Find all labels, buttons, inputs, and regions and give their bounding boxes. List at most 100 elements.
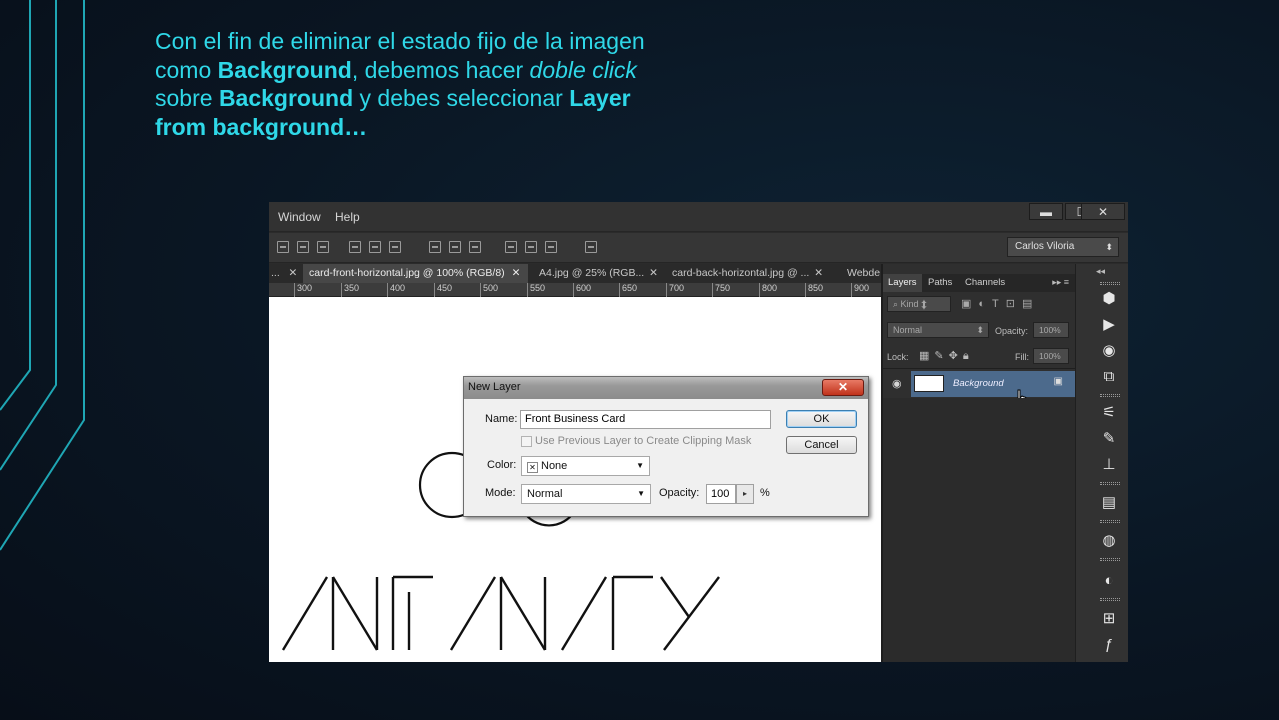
stamp-icon[interactable]: ⊥ — [1100, 456, 1118, 474]
dialog-close-button[interactable]: ✕ — [822, 379, 864, 396]
tab-paths[interactable]: Paths — [923, 274, 957, 292]
tab-channels[interactable]: Channels — [960, 274, 1010, 292]
opacity-slider-button[interactable]: ▸ — [736, 484, 754, 504]
align-vcenter-icon[interactable] — [297, 241, 309, 253]
decorative-lines — [0, 0, 85, 551]
layers-panel: Layers Paths Channels ▸▸ ≡ ⌕ Kind ⬍ ▣◐T⊡… — [883, 264, 1075, 662]
collapse-icon[interactable]: ◂◂ — [1096, 266, 1105, 277]
distribute-top-icon[interactable] — [429, 241, 441, 253]
cancel-button[interactable]: Cancel — [786, 436, 857, 454]
divider — [883, 368, 1075, 369]
ok-button[interactable]: OK — [786, 410, 857, 428]
slide-instruction-text: Con el fin de eliminar el estado fijo de… — [155, 28, 645, 140]
chevron-down-icon: ▼ — [636, 461, 644, 470]
opacity-field[interactable]: 100% — [1033, 322, 1069, 338]
blend-mode-select[interactable]: Normal ⬍ — [887, 322, 989, 338]
ruler-tick: 300 — [293, 283, 313, 297]
clipping-mask-checkbox[interactable] — [521, 436, 532, 447]
name-label: Name: — [485, 413, 518, 425]
3d-cube-icon[interactable]: ⬢ — [1100, 290, 1118, 308]
ruler-tick: 650 — [618, 283, 638, 297]
dialog-title: New Layer — [468, 381, 521, 393]
ruler-tick: 500 — [479, 283, 499, 297]
distribute-bottom-icon[interactable] — [469, 241, 481, 253]
align-hcenter-icon[interactable] — [369, 241, 381, 253]
dock-grip — [1100, 520, 1120, 523]
tab-card-front[interactable]: card-front-horizontal.jpg @ 100% (RGB/8)… — [303, 264, 528, 283]
updown-icon: ⬍ — [1105, 242, 1113, 252]
align-left-icon[interactable] — [349, 241, 361, 253]
distribute-left-icon[interactable] — [505, 241, 517, 253]
tab-a4[interactable]: A4.jpg @ 25% (RGB... ✕ — [539, 264, 663, 283]
layers-panel-tabs: Layers Paths Channels ▸▸ ≡ — [883, 274, 1075, 292]
layer-name: Background — [953, 378, 1004, 389]
align-top-icon[interactable] — [277, 241, 289, 253]
distribute-hcenter-icon[interactable] — [525, 241, 537, 253]
dock-grip — [1100, 282, 1120, 285]
fill-field[interactable]: 100% — [1033, 348, 1069, 364]
layer-row-background[interactable]: Background ▣ — [911, 371, 1075, 397]
brush-icon[interactable]: ✎ — [1100, 430, 1118, 448]
ruler-tick: 800 — [758, 283, 778, 297]
kind-filter[interactable]: ⌕ Kind ⬍ — [887, 296, 951, 312]
color-select[interactable]: ✕ None ▼ — [521, 456, 650, 476]
ruler-tick: 400 — [386, 283, 406, 297]
close-window-button[interactable]: ✕ — [1081, 203, 1125, 220]
menu-help[interactable]: Help — [335, 210, 360, 224]
opacity-input[interactable]: 100 — [706, 484, 736, 504]
menu-window[interactable]: Window — [278, 210, 321, 224]
chevron-down-icon: ▼ — [637, 489, 645, 498]
ruler-tick: 700 — [665, 283, 685, 297]
ruler-tick: 350 — [340, 283, 360, 297]
ruler-tick: 750 — [711, 283, 731, 297]
align-bottom-icon[interactable] — [317, 241, 329, 253]
info-icon[interactable]: ◍ — [1100, 532, 1118, 550]
ruler-tick: 900 — [850, 283, 870, 297]
layer-name-input[interactable]: Front Business Card — [520, 410, 771, 429]
distribute-vcenter-icon[interactable] — [449, 241, 461, 253]
minimize-button[interactable]: ▬ — [1029, 203, 1063, 220]
right-panel-dock: ◂◂ ⬢ ▶ ◉ ⧉ ⚟ ✎ ⊥ ▤ ◍ ◐ ⊞ ƒ — [1075, 264, 1128, 662]
filter-icons[interactable]: ▣◐T⊡▤ — [961, 297, 1039, 310]
tab-overflow[interactable]: ... ✕ — [271, 264, 301, 283]
lock-icons[interactable]: ▦✎✥🔒︎ — [919, 349, 974, 363]
ruler-tick: 850 — [804, 283, 824, 297]
document-icon[interactable]: ▤ — [1100, 494, 1118, 512]
menu-bar: Window Help ▬ ☐ ✕ — [269, 202, 1128, 232]
eye-icon[interactable]: ◉ — [892, 377, 902, 390]
adjustments-icon[interactable]: ◐ — [1100, 572, 1118, 590]
opacity-unit: % — [760, 487, 770, 499]
tab-card-back[interactable]: card-back-horizontal.jpg @ ... ✕ — [672, 264, 842, 283]
layers-empty-area — [883, 398, 1075, 662]
dock-grip — [1100, 394, 1120, 397]
grid-icon[interactable]: ⊞ — [1100, 610, 1118, 628]
dock-grip — [1100, 558, 1120, 561]
fx-icon[interactable]: ƒ — [1100, 636, 1118, 654]
align-right-icon[interactable] — [389, 241, 401, 253]
ruler-tick: 450 — [433, 283, 453, 297]
panel-menu-icon[interactable]: ▸▸ ≡ — [1052, 277, 1069, 288]
ruler-tick: 550 — [526, 283, 546, 297]
auto-align-icon[interactable] — [585, 241, 597, 253]
no-color-swatch-icon: ✕ — [527, 462, 538, 473]
opacity-label: Opacity: — [659, 487, 700, 499]
distribute-right-icon[interactable] — [545, 241, 557, 253]
options-bar — [269, 233, 1128, 263]
workspace-dropdown[interactable]: Carlos Viloria ⬍ — [1007, 237, 1119, 257]
dock-grip — [1100, 482, 1120, 485]
clipping-mask-label: Use Previous Layer to Create Clipping Ma… — [535, 435, 752, 447]
play-icon[interactable]: ▶ — [1100, 316, 1118, 334]
new-layer-dialog: New Layer ✕ Name: Front Business Card Us… — [463, 376, 869, 517]
mode-label: Mode: — [485, 487, 516, 499]
tab-layers[interactable]: Layers — [883, 274, 922, 292]
tab-webde[interactable]: Webde — [847, 264, 881, 283]
mode-select[interactable]: Normal ▼ — [521, 484, 651, 504]
timeline-icon[interactable]: ◉ — [1100, 342, 1118, 360]
ruler-tick: 600 — [572, 283, 592, 297]
brush-presets-icon[interactable]: ⚟ — [1100, 404, 1118, 422]
horizontal-ruler: 300 350 400 450 500 550 600 650 700 750 … — [269, 283, 881, 297]
lock-icon[interactable]: ▣ — [1054, 376, 1063, 387]
document-tabs: ... ✕ card-front-horizontal.jpg @ 100% (… — [269, 264, 881, 283]
clone-source-icon[interactable]: ⧉ — [1100, 368, 1118, 386]
dialog-titlebar: New Layer ✕ — [464, 377, 868, 399]
